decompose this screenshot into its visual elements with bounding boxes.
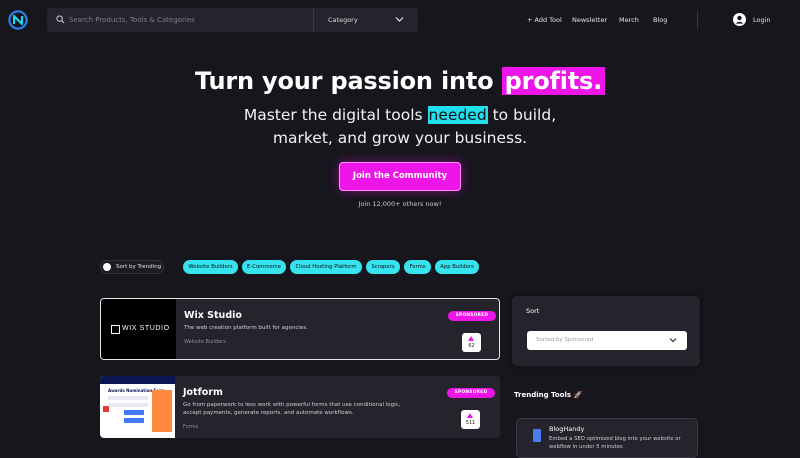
vote-count: 511 (465, 420, 476, 426)
chip-forms[interactable]: Forms (404, 260, 431, 274)
login-link[interactable]: Login (753, 0, 771, 40)
upvote-button[interactable]: 511 (461, 410, 480, 429)
nav-merch[interactable]: Merch (619, 0, 639, 40)
form-button (124, 418, 144, 423)
upvote-arrow-icon (467, 413, 473, 418)
search-input[interactable] (69, 8, 354, 32)
trending-item-name[interactable]: BlogHandy (549, 425, 584, 433)
jotform-thumb-header (100, 376, 175, 384)
search-bar[interactable]: Category (47, 8, 418, 32)
tool-description: The web creation platform built for agen… (184, 325, 308, 331)
wix-studio-logo-text: WIX STUDIO (122, 324, 170, 332)
trending-item-description: Embed a SEO optimized blog into your web… (549, 436, 681, 450)
sort-title: Sort (526, 307, 540, 315)
nav-blog[interactable]: Blog (653, 0, 667, 40)
form-field (108, 396, 148, 400)
sort-trending-button[interactable]: Sort by Trending (100, 260, 164, 274)
chevron-down-icon (669, 338, 677, 343)
search-divider (313, 8, 314, 32)
bloghandy-icon (533, 429, 541, 442)
hero-subtitle-line2: market, and grow your business. (272, 129, 528, 147)
sort-select[interactable]: Sorted by Sponsored (527, 331, 687, 350)
sponsored-badge: SPONSORED (448, 311, 496, 321)
nav-add-tool[interactable]: + Add Tool (527, 0, 562, 40)
hero-subtitle-text: Master the digital tools (243, 106, 428, 124)
wix-studio-thumbnail: WIX STUDIO (101, 299, 176, 359)
hero-title-text: Turn your passion into (194, 67, 502, 95)
search-icon (56, 15, 65, 24)
tool-name[interactable]: Wix Studio (184, 310, 242, 321)
jotform-thumbnail: Awards Nomination Form (100, 376, 175, 438)
chip-e-commerce[interactable]: E-Commerce (242, 260, 286, 274)
form-field (108, 403, 148, 407)
logo-icon[interactable] (8, 10, 28, 30)
wix-logo-box-icon (111, 325, 120, 334)
sort-trending-label: Sort by Trending (116, 264, 162, 270)
form-button (124, 410, 144, 415)
join-note: Join 12,000+ others now! (358, 200, 442, 208)
trending-item-bloghandy[interactable]: BlogHandy Embed a SEO optimized blog int… (516, 418, 698, 458)
join-community-button[interactable]: Join the Community (339, 162, 461, 191)
hero-title-highlight: profits. (501, 67, 606, 95)
upvote-button[interactable]: 62 (462, 333, 481, 352)
tool-category[interactable]: Forms (183, 424, 198, 430)
form-panel-accent (103, 406, 109, 412)
form-panel (152, 390, 172, 432)
tool-card-wix-studio[interactable]: WIX STUDIO Wix Studio The web creation p… (100, 298, 500, 360)
chevron-down-icon (395, 17, 404, 22)
hero-subtitle-text-2: to build, (487, 106, 557, 124)
chip-scrapers[interactable]: Scrapers (366, 260, 400, 274)
sponsored-badge: SPONSORED (447, 388, 495, 398)
sort-panel: Sort Sorted by Sponsored (512, 296, 700, 366)
nav-newsletter[interactable]: Newsletter (572, 0, 607, 40)
upvote-arrow-icon (468, 336, 474, 341)
chip-app-builders[interactable]: App Builders (435, 260, 479, 274)
trending-icon (103, 263, 111, 271)
tool-category[interactable]: Website Builders (184, 339, 226, 345)
tool-card-jotform[interactable]: Awards Nomination Form Jotform Go from p… (100, 376, 500, 438)
chip-cloud-hosting[interactable]: Cloud Hosting Platform (290, 260, 362, 274)
hero-subtitle: Master the digital tools needed to build… (0, 104, 800, 150)
trending-tools-title: Trending Tools 🚀 (514, 391, 583, 399)
user-icon[interactable] (733, 13, 746, 26)
category-select[interactable]: Category (328, 8, 358, 32)
chip-website-builders[interactable]: Website Builders (183, 260, 238, 274)
hero-title: Turn your passion into profits. (0, 64, 800, 98)
nav-separator (697, 11, 698, 29)
hero-subtitle-highlight: needed (427, 106, 488, 124)
sort-select-value: Sorted by Sponsored (536, 337, 594, 343)
tool-name[interactable]: Jotform (183, 387, 223, 398)
vote-count: 62 (468, 343, 475, 349)
tool-description: Go from paperwork to less work with powe… (183, 402, 401, 416)
